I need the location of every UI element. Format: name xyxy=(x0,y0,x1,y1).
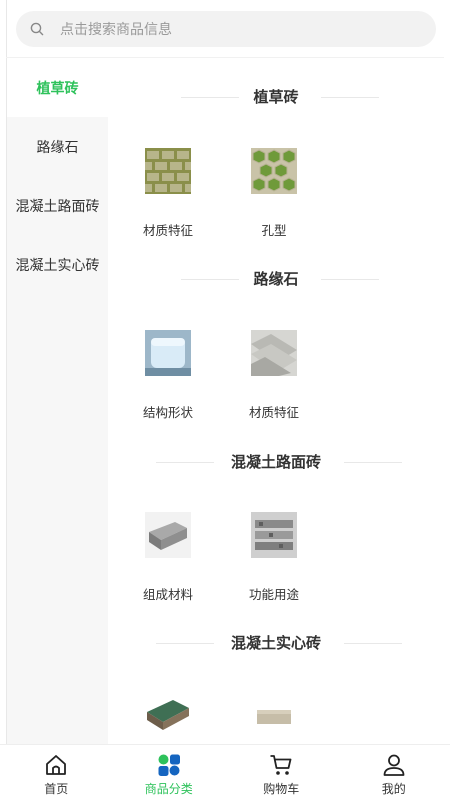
section-title: 混凝土实心砖 xyxy=(108,632,444,653)
section-title: 混凝土路面砖 xyxy=(108,451,444,472)
sidebar-item-luyuanshi[interactable]: 路缘石 xyxy=(7,117,108,176)
grass-brick-photo xyxy=(140,148,197,194)
home-icon xyxy=(46,755,67,775)
curb-stack-photo xyxy=(251,330,297,376)
green-paver-photo xyxy=(145,694,191,740)
tab-cart[interactable]: 购物车 xyxy=(225,745,338,800)
product-tile-label: 功能用途 xyxy=(248,587,299,602)
search-bar[interactable]: 点击搜索商品信息 xyxy=(16,11,436,47)
category-sidebar: 植草砖 路缘石 混凝土路面砖 混凝土实心砖 xyxy=(7,58,108,744)
product-tile[interactable]: 材质特征 xyxy=(234,330,314,421)
search-placeholder: 点击搜索商品信息 xyxy=(60,22,172,38)
product-tile-label: 组成材料 xyxy=(142,587,193,602)
product-tile-label: 材质特征 xyxy=(142,223,193,238)
paver-stack-photo xyxy=(251,512,297,558)
section-title: 路缘石 xyxy=(108,268,444,289)
product-tile[interactable] xyxy=(234,694,314,744)
tab-home[interactable]: 首页 xyxy=(0,745,113,800)
search-icon xyxy=(30,22,44,36)
tab-label: 我的 xyxy=(381,782,406,796)
hexagon-brick-photo xyxy=(251,148,297,194)
paver-block-photo xyxy=(145,512,191,558)
product-tile-label: 结构形状 xyxy=(142,405,193,420)
sidebar-item-zhicaozhuan[interactable]: 植草砖 xyxy=(7,58,108,117)
product-tile[interactable]: 组成材料 xyxy=(128,512,208,603)
product-tile-label: 孔型 xyxy=(261,223,287,238)
curb-stone-photo xyxy=(145,330,191,376)
product-tile[interactable]: 结构形状 xyxy=(128,330,208,421)
tab-label: 首页 xyxy=(44,782,69,796)
sidebar-item-hunningtu-shixinzhuan[interactable]: 混凝土实心砖 xyxy=(7,235,108,294)
cart-icon xyxy=(270,755,292,775)
solid-brick-photo xyxy=(251,694,297,740)
sidebar-item-hunningtu-lumianzhuan[interactable]: 混凝土路面砖 xyxy=(7,176,108,235)
product-tile[interactable]: 功能用途 xyxy=(234,512,314,603)
product-tile[interactable]: 孔型 xyxy=(234,148,314,239)
bottom-tab-bar: 首页 商品分类 购物车 我的 xyxy=(0,744,450,800)
tab-label: 商品分类 xyxy=(144,782,193,796)
user-icon xyxy=(383,754,405,776)
product-tile-label: 材质特征 xyxy=(248,405,299,420)
tab-mine[interactable]: 我的 xyxy=(338,745,450,800)
tab-label: 购物车 xyxy=(263,782,300,796)
category-icon xyxy=(158,754,180,776)
product-tile[interactable] xyxy=(128,694,208,744)
product-tile[interactable]: 材质特征 xyxy=(128,148,208,239)
category-content: 植草砖 材质特征 孔型 路缘石 结构形状 材质特征 混凝土路面砖 组成材料 功能… xyxy=(108,58,444,744)
section-title: 植草砖 xyxy=(108,86,444,107)
tab-category[interactable]: 商品分类 xyxy=(113,745,226,800)
